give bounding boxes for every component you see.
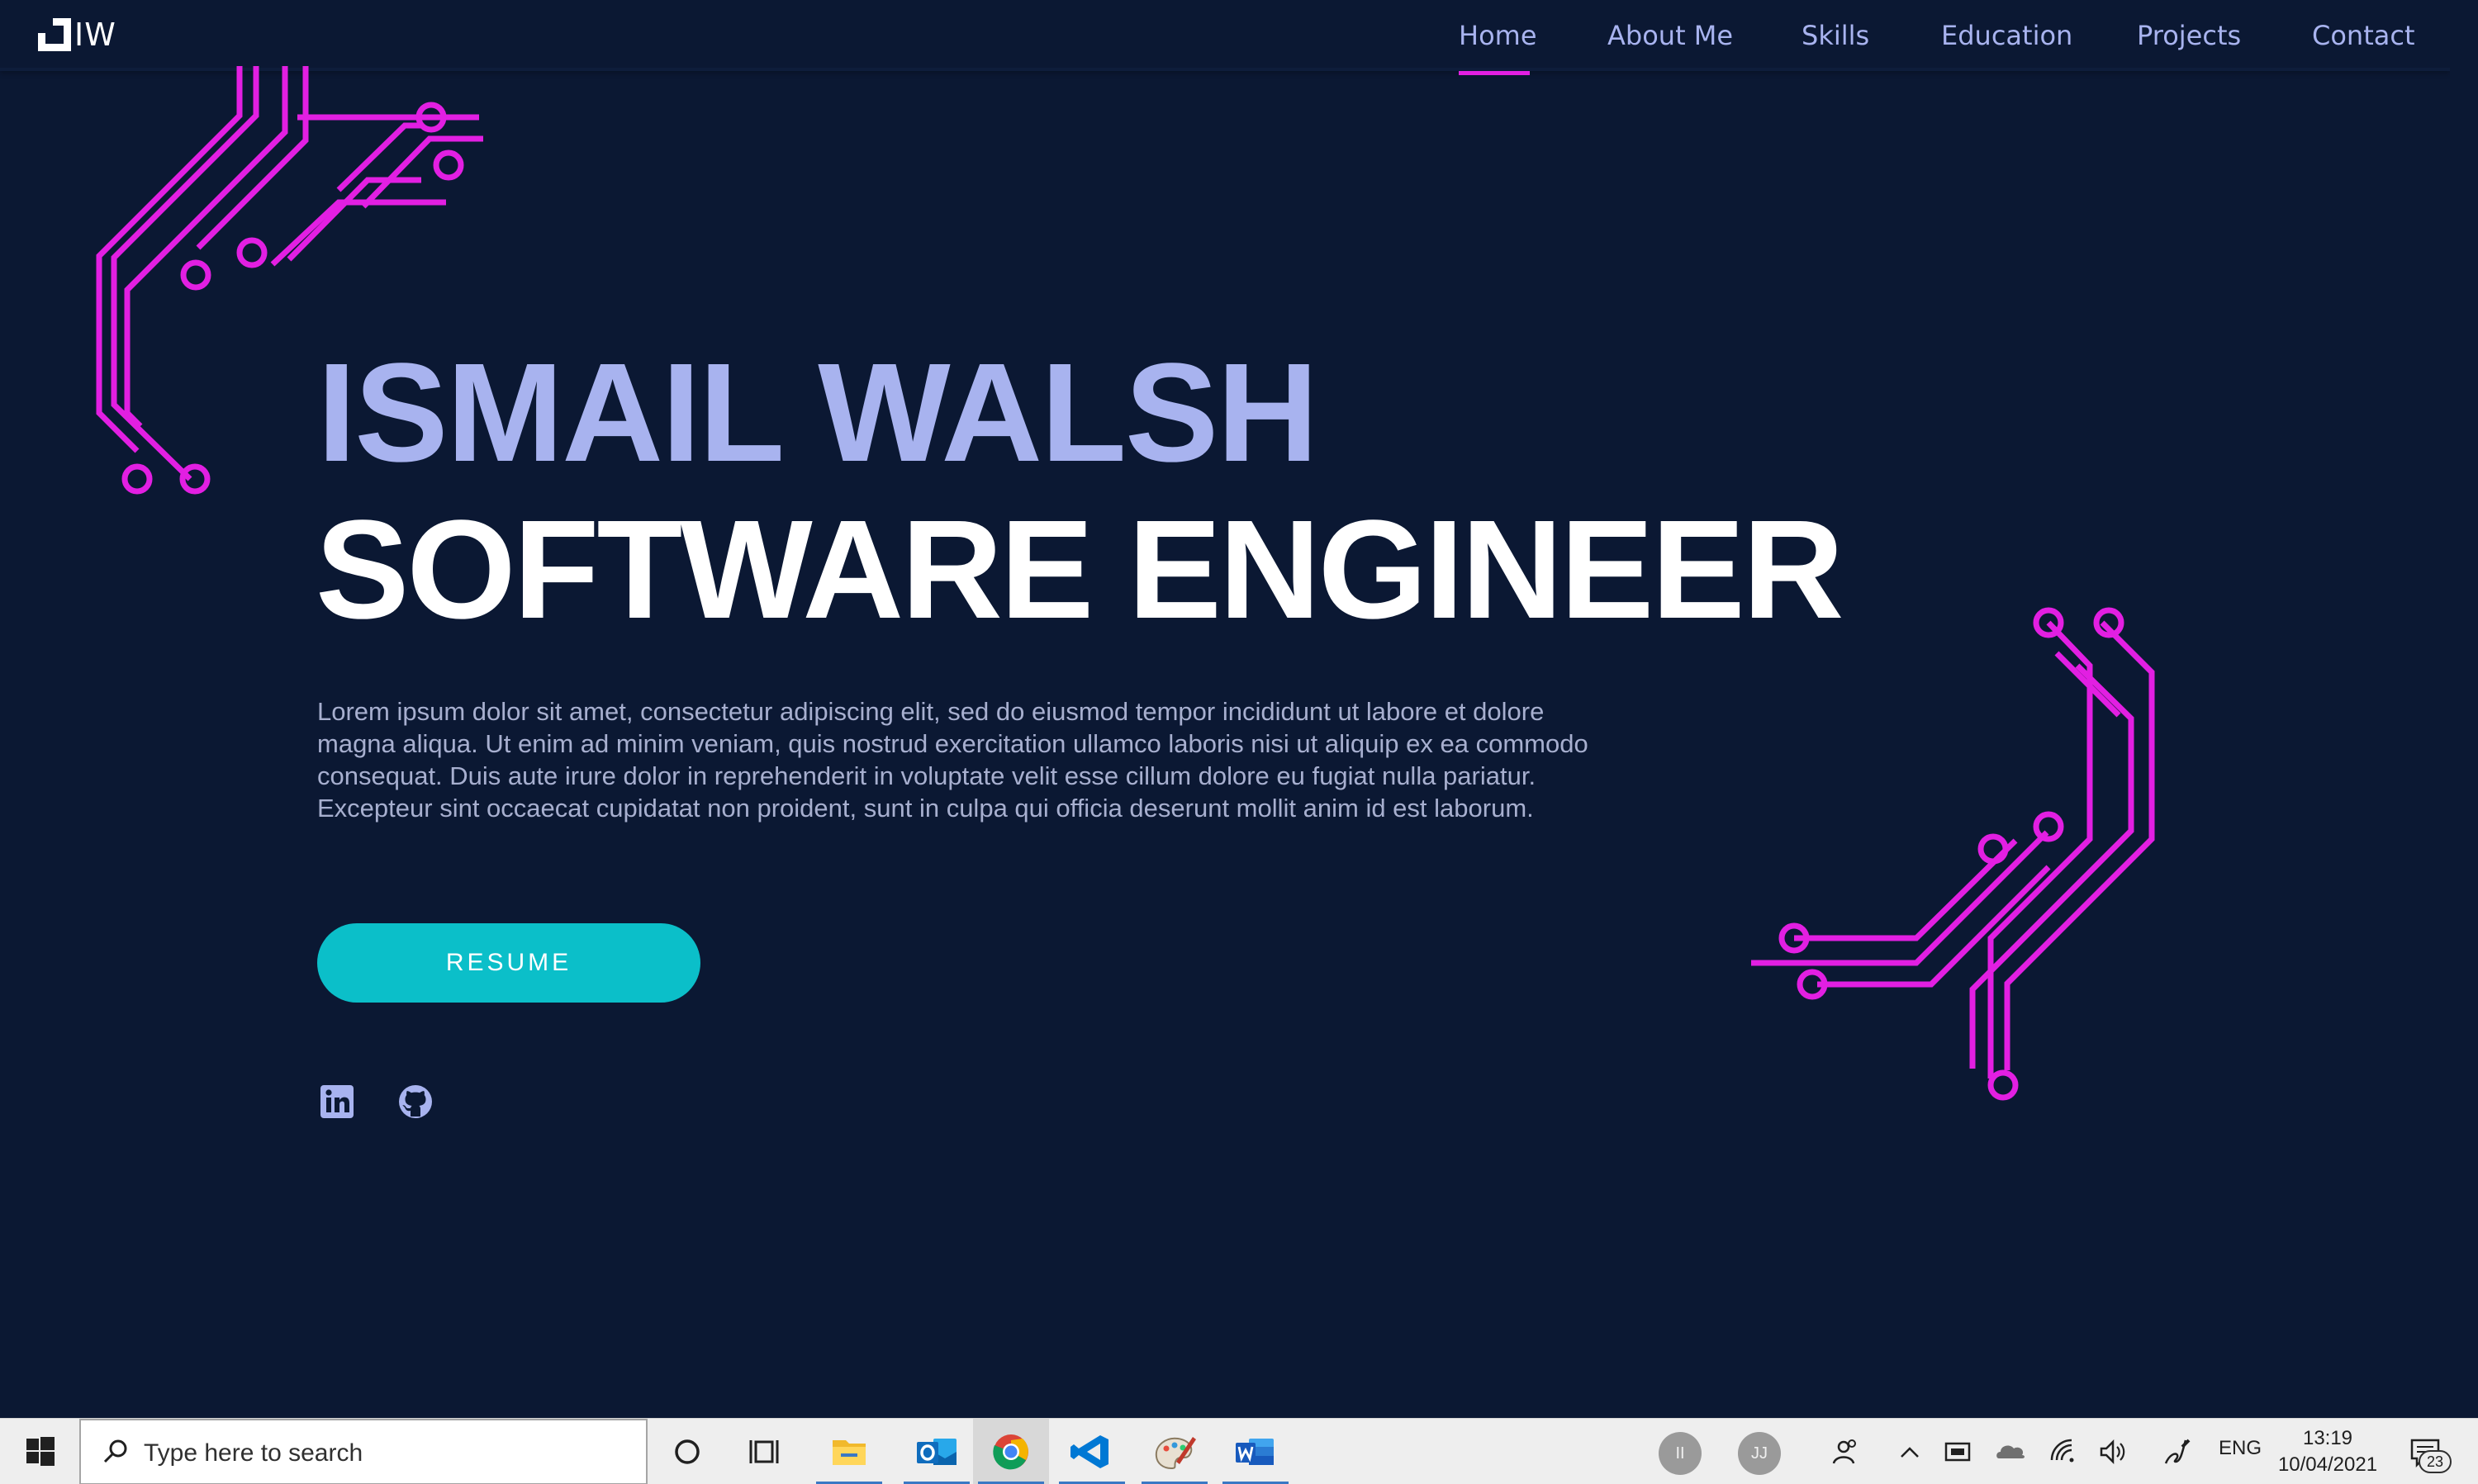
logo-text: IW: [74, 17, 116, 53]
chevron-up-icon[interactable]: [1887, 1419, 1933, 1484]
hero-title: SOFTWARE ENGINEER: [316, 491, 1844, 648]
windows-taskbar: II JJ ENG 13:19 10/04/2: [0, 1418, 2478, 1484]
search-icon: [103, 1439, 127, 1463]
wifi-icon[interactable]: [2040, 1419, 2086, 1484]
word-icon[interactable]: [1218, 1419, 1294, 1484]
volume-icon[interactable]: [2090, 1419, 2136, 1484]
browser-page: IW Home About Me Skills Education Projec…: [0, 0, 2450, 1418]
taskbar-search-box[interactable]: [79, 1419, 648, 1484]
logo-mark-icon: [38, 18, 71, 51]
cortana-icon[interactable]: [649, 1419, 725, 1484]
top-navbar: IW Home About Me Skills Education Projec…: [0, 0, 2450, 75]
nav-about-me[interactable]: About Me: [1607, 15, 1733, 56]
nav-skills[interactable]: Skills: [1802, 15, 1869, 56]
nav-home[interactable]: Home: [1459, 15, 1537, 56]
resume-button[interactable]: RESUME: [317, 923, 700, 1003]
file-explorer-icon[interactable]: [811, 1419, 887, 1484]
user-avatar-1[interactable]: II: [1659, 1432, 1702, 1475]
site-logo[interactable]: IW: [38, 17, 116, 53]
active-nav-indicator: [1459, 71, 1530, 75]
vscode-icon[interactable]: [1054, 1419, 1130, 1484]
circuit-decoration-bottom-right-icon: [1751, 607, 2155, 1101]
task-view-icon[interactable]: [729, 1419, 805, 1484]
clock-date[interactable]: 10/04/2021: [2273, 1452, 2382, 1478]
pen-ink-icon[interactable]: [2153, 1419, 2199, 1484]
nav-contact[interactable]: Contact: [2312, 15, 2415, 56]
hero-name: ISMAIL WALSH: [317, 334, 1318, 491]
hero-intro-text: Lorem ipsum dolor sit amet, consectetur …: [317, 697, 1588, 823]
onedrive-cloud-icon[interactable]: [1987, 1419, 2034, 1484]
clock-time[interactable]: 13:19: [2280, 1425, 2376, 1452]
linkedin-icon[interactable]: [319, 1083, 355, 1120]
user-avatar-2[interactable]: JJ: [1738, 1432, 1781, 1475]
github-icon[interactable]: [397, 1083, 434, 1120]
taskbar-search-input[interactable]: [144, 1437, 623, 1470]
people-icon[interactable]: [1821, 1419, 1867, 1484]
nav-education[interactable]: Education: [1941, 15, 2072, 56]
notification-count-badge: 23: [2419, 1450, 2452, 1473]
screen: IW Home About Me Skills Education Projec…: [0, 0, 2478, 1484]
nav-projects[interactable]: Projects: [2137, 15, 2241, 56]
display-icon[interactable]: [1934, 1419, 1981, 1484]
outlook-icon[interactable]: [899, 1419, 975, 1484]
windows-start-icon[interactable]: [0, 1419, 79, 1484]
paint-icon[interactable]: [1137, 1419, 1213, 1484]
chrome-icon[interactable]: [973, 1419, 1049, 1484]
language-indicator[interactable]: ENG: [2219, 1437, 2262, 1460]
